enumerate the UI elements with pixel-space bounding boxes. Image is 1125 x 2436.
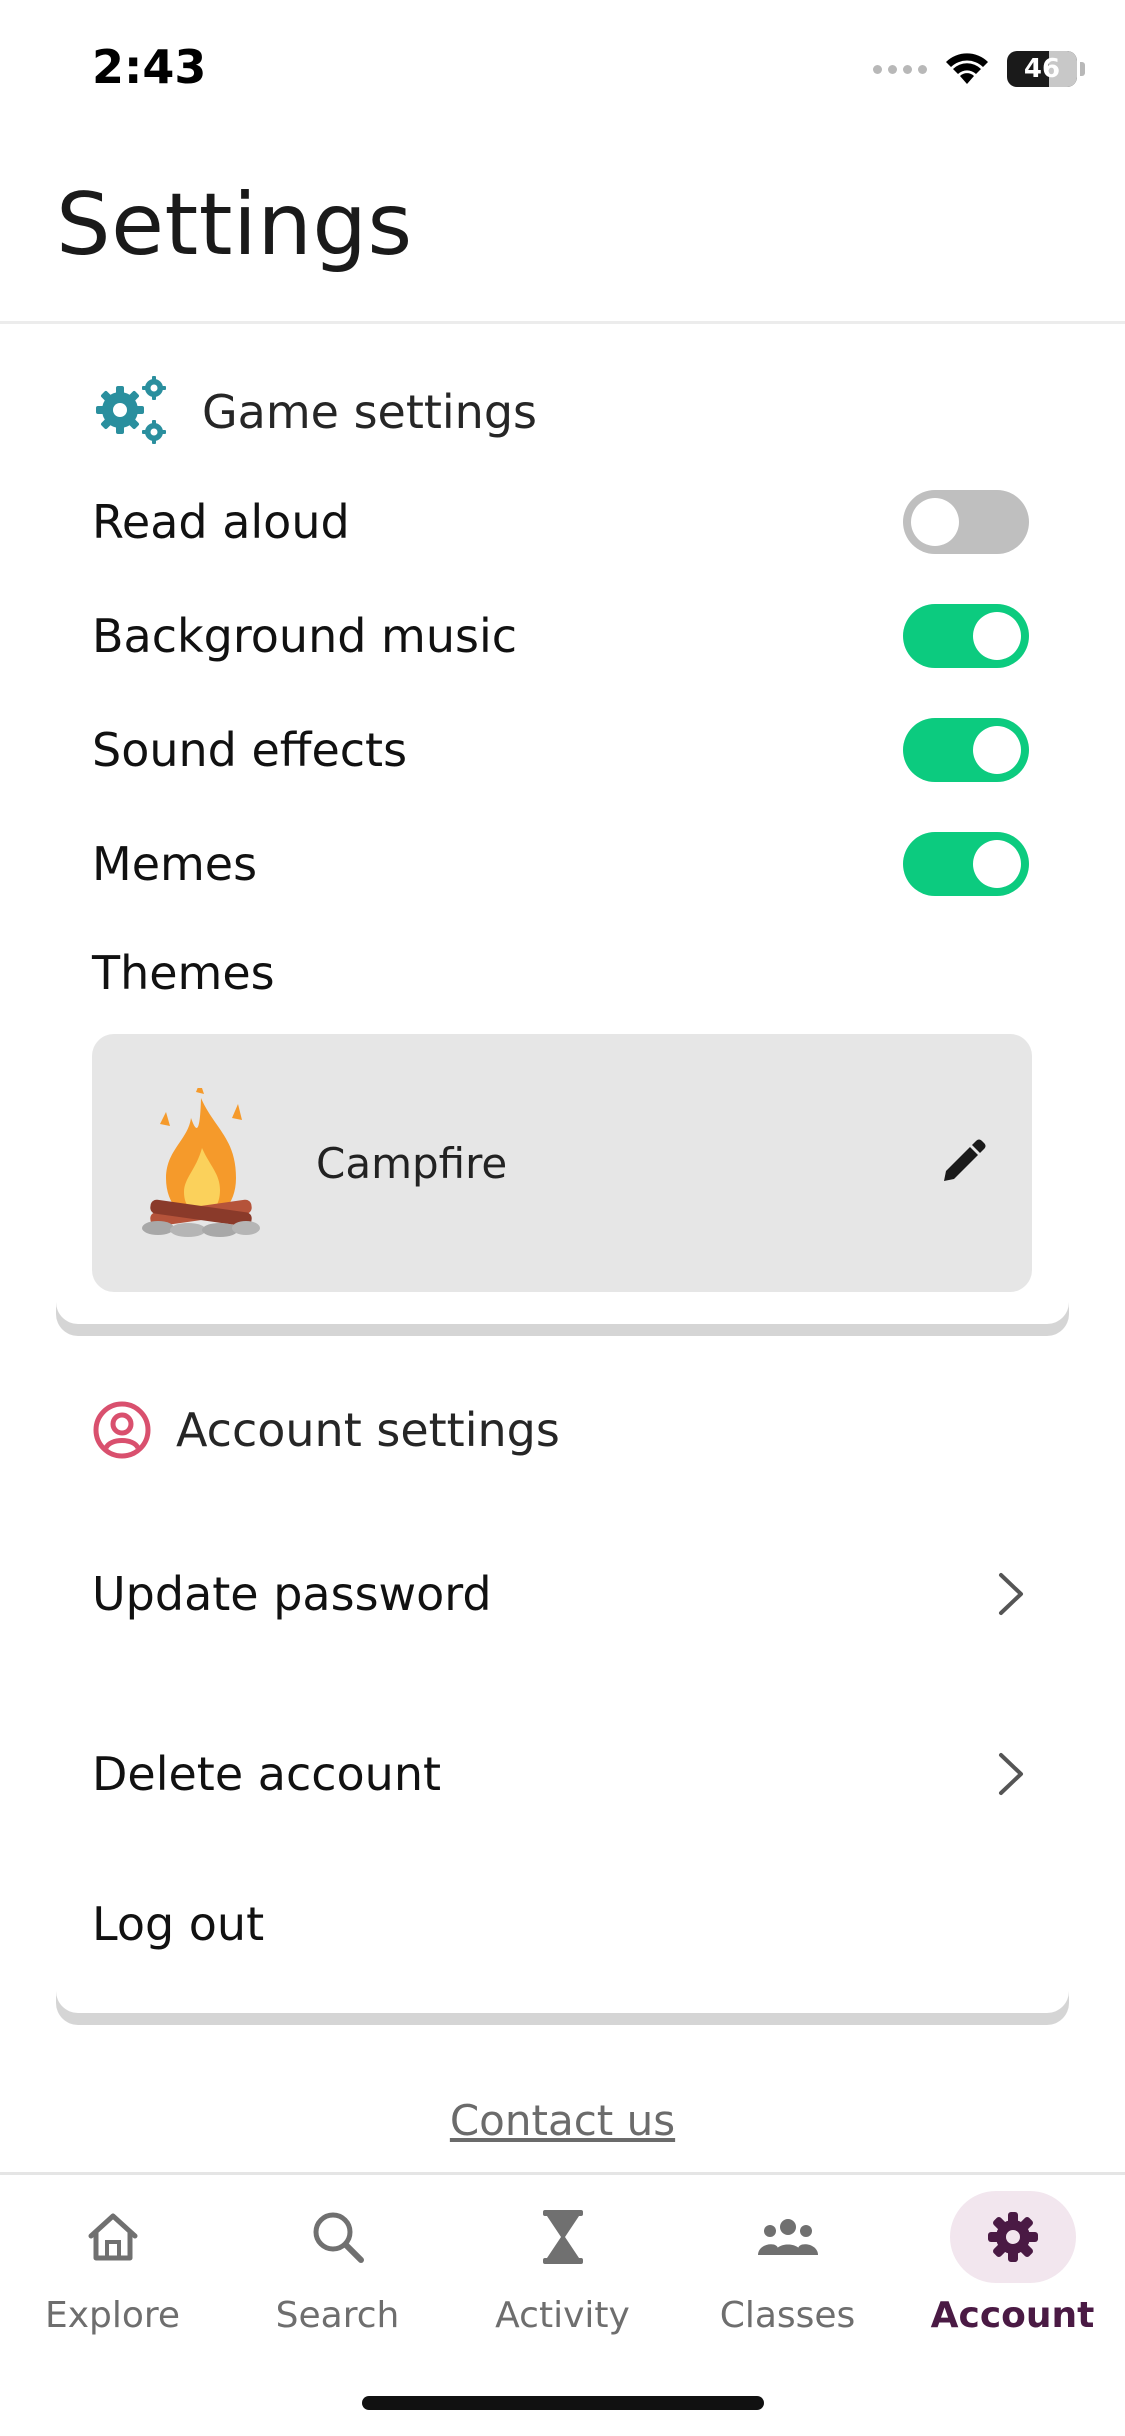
setting-label: Background music	[92, 609, 518, 663]
cellular-signal-icon	[873, 64, 927, 74]
pencil-edit-icon[interactable]	[936, 1137, 988, 1189]
setting-background-music: Background music	[92, 596, 1029, 676]
page-title: Settings	[56, 175, 413, 275]
chevron-right-icon	[999, 1753, 1023, 1795]
group-icon	[757, 2219, 818, 2255]
setting-label: Sound effects	[92, 723, 408, 777]
tab-account[interactable]: Account	[900, 2191, 1125, 2351]
tab-classes[interactable]: Classes	[675, 2191, 900, 2351]
setting-label: Log out	[92, 1897, 265, 1951]
setting-label: Read aloud	[92, 495, 350, 549]
wifi-icon	[946, 53, 988, 84]
settings-screen: 2:43 46 Settings Game settings Read alou…	[0, 0, 1125, 2436]
gears-icon	[96, 376, 166, 444]
tab-label: Activity	[495, 2295, 630, 2336]
search-icon	[313, 2212, 364, 2263]
tab-search[interactable]: Search	[225, 2191, 450, 2351]
home-icon	[88, 2213, 137, 2261]
account-settings-title: Account settings	[176, 1403, 560, 1457]
tab-explore[interactable]: Explore	[0, 2191, 225, 2351]
setting-memes: Memes	[92, 824, 1029, 904]
gear-icon	[987, 2212, 1038, 2262]
tab-label: Classes	[719, 2295, 856, 2336]
sound-effects-toggle[interactable]	[903, 718, 1029, 782]
setting-sound-effects: Sound effects	[92, 710, 1029, 790]
battery-percent: 46	[1023, 54, 1061, 84]
hourglass-icon	[542, 2210, 583, 2264]
campfire-icon	[142, 1088, 260, 1237]
user-circle-icon	[93, 1401, 151, 1459]
chevron-right-icon	[999, 1573, 1023, 1615]
status-indicators: 46	[873, 48, 1085, 90]
tab-label: Account	[930, 2295, 1095, 2336]
game-settings-card: Game settings Read aloud Background musi…	[56, 324, 1069, 1324]
theme-name: Campfire	[316, 1138, 508, 1188]
log-out-row[interactable]: Log out	[92, 1874, 1029, 1974]
setting-read-aloud: Read aloud	[92, 482, 1029, 562]
tab-label: Search	[275, 2295, 400, 2336]
theme-selector[interactable]: Campfire	[92, 1034, 1032, 1292]
status-time: 2:43	[92, 40, 207, 94]
home-indicator[interactable]	[362, 2396, 764, 2410]
setting-label: Memes	[92, 837, 258, 891]
account-settings-card: Account settings Update password Delete …	[56, 1340, 1069, 2013]
game-settings-header: Game settings	[92, 374, 537, 450]
themes-label: Themes	[92, 946, 275, 1000]
delete-account-row[interactable]: Delete account	[92, 1724, 1029, 1824]
update-password-row[interactable]: Update password	[92, 1544, 1029, 1644]
tab-activity[interactable]: Activity	[450, 2191, 675, 2351]
status-bar: 2:43 46	[0, 0, 1125, 130]
account-settings-header: Account settings	[92, 1400, 560, 1460]
setting-label: Update password	[92, 1567, 492, 1621]
game-settings-title: Game settings	[202, 385, 538, 439]
battery-icon: 46	[1007, 51, 1085, 87]
tab-label: Explore	[44, 2295, 181, 2336]
contact-us-link[interactable]: Contact us	[0, 2096, 1125, 2145]
background-music-toggle[interactable]	[903, 604, 1029, 668]
memes-toggle[interactable]	[903, 832, 1029, 896]
setting-label: Delete account	[92, 1747, 442, 1801]
read-aloud-toggle[interactable]	[903, 490, 1029, 554]
